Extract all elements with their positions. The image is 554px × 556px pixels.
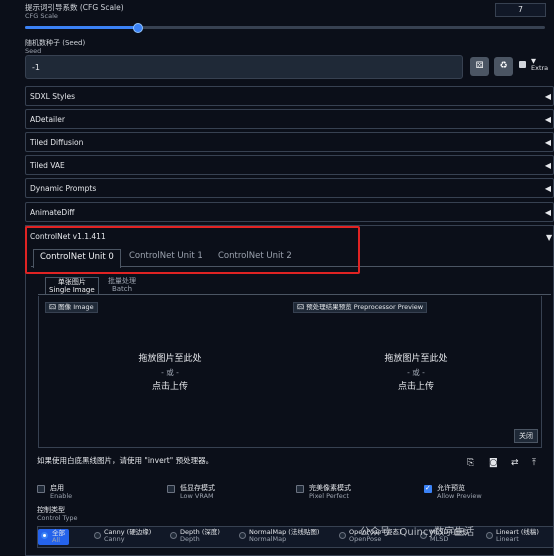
image-label-tag: 🖾 图像 Image <box>45 302 98 313</box>
watermark: 公众号 · Quincy数字生活 <box>360 527 475 538</box>
checkbox-box[interactable] <box>167 485 175 493</box>
accordion-label: SDXL Styles <box>30 92 75 101</box>
radio-button[interactable] <box>41 532 48 539</box>
collapse-arrow-icon: ◀ <box>544 208 551 217</box>
camera-icon[interactable]: ◙ <box>489 458 498 468</box>
extra-checkbox[interactable] <box>519 61 526 68</box>
tab-single-image[interactable]: 单张图片 Single Image <box>45 277 99 294</box>
invert-note: 如果使用白底黑线图片，请使用 "invert" 预处理器。 <box>37 456 214 465</box>
accordion-adetailer[interactable]: ADetailer ◀ <box>25 109 554 129</box>
radio-button[interactable] <box>239 532 246 539</box>
control-type-depth[interactable]: Depth (深度) Depth <box>170 529 220 543</box>
dice-icon: ⚄ <box>475 61 484 71</box>
accordion-label: Tiled Diffusion <box>30 138 84 147</box>
swap-icon[interactable]: ⇄ <box>511 458 519 468</box>
recycle-icon: ♻ <box>499 61 508 71</box>
seed-input[interactable]: -1 <box>25 55 463 79</box>
accordion-label: Tiled VAE <box>30 161 65 170</box>
radio-button[interactable] <box>94 532 101 539</box>
collapse-arrow-icon: ◀ <box>544 115 551 124</box>
seed-label: 随机数种子 (Seed) Seed <box>25 39 86 55</box>
cfg-scale-label: 提示词引导系数 (CFG Scale) CFG Scale <box>25 3 124 20</box>
expand-arrow-icon[interactable]: ▼ <box>546 233 552 242</box>
upload-image-dropzone[interactable]: 拖放图片至此处 - 或 - 点击上传 <box>110 352 230 394</box>
image-icon: 🖾 <box>49 303 57 311</box>
extra-toggle[interactable]: ▼ Extra <box>531 58 548 72</box>
collapse-arrow-icon: ◀ <box>544 184 551 193</box>
checkbox-box[interactable] <box>424 484 432 493</box>
accordion-label: AnimateDiff <box>30 208 75 217</box>
preview-dropzone[interactable]: 拖放图片至此处 - 或 - 点击上传 <box>356 352 476 394</box>
radio-button[interactable] <box>339 532 346 539</box>
control-type-all[interactable]: 全部 All <box>38 529 69 545</box>
collapse-arrow-icon: ◀ <box>544 138 551 147</box>
control-type-lineart[interactable]: Lineart (线稿) Lineart <box>486 529 539 543</box>
cfg-scale-slider-thumb[interactable] <box>133 23 143 33</box>
accordion-label: Dynamic Prompts <box>30 184 97 193</box>
input-tab-divider <box>38 294 551 295</box>
accordion-label: ADetailer <box>30 115 65 124</box>
accordion-sdxl-styles[interactable]: SDXL Styles ◀ <box>25 86 554 106</box>
cfg-scale-number-input[interactable]: 7 <box>495 3 546 17</box>
close-preview-button[interactable]: 关闭 <box>514 429 538 443</box>
accordion-dynamic-prompts[interactable]: Dynamic Prompts ◀ <box>25 178 554 198</box>
control-type-normalmap[interactable]: NormalMap (法线贴图) NormalMap <box>239 529 319 543</box>
tab-batch[interactable]: 批量处理 Batch <box>108 277 136 293</box>
checkbox-box[interactable] <box>37 485 45 493</box>
collapse-arrow-icon: ◀ <box>544 161 551 170</box>
highlight-annotation-box <box>25 226 360 274</box>
collapse-arrow-icon: ◀ <box>544 92 551 101</box>
radio-button[interactable] <box>170 532 177 539</box>
reuse-seed-button[interactable]: ♻ <box>494 57 513 76</box>
preprocessor-preview-tag: 🖾 预处理结果预览 Preprocessor Preview <box>293 302 428 313</box>
radio-button[interactable] <box>486 532 493 539</box>
new-canvas-icon[interactable]: ⎘ <box>467 458 474 468</box>
control-type-label: 控制类型 Control Type <box>37 506 78 522</box>
send-dimensions-icon[interactable]: ⤒ <box>532 458 536 468</box>
random-seed-button[interactable]: ⚄ <box>470 57 489 76</box>
accordion-tiled-vae[interactable]: Tiled VAE ◀ <box>25 155 554 175</box>
accordion-tiled-diffusion[interactable]: Tiled Diffusion ◀ <box>25 132 554 152</box>
control-type-canny[interactable]: Canny (硬边缘) Canny <box>94 529 151 543</box>
checkbox-box[interactable] <box>296 485 304 493</box>
image-icon: 🖾 <box>297 303 305 311</box>
accordion-animatediff[interactable]: AnimateDiff ◀ <box>25 202 554 222</box>
cfg-scale-slider-fill <box>25 26 138 29</box>
